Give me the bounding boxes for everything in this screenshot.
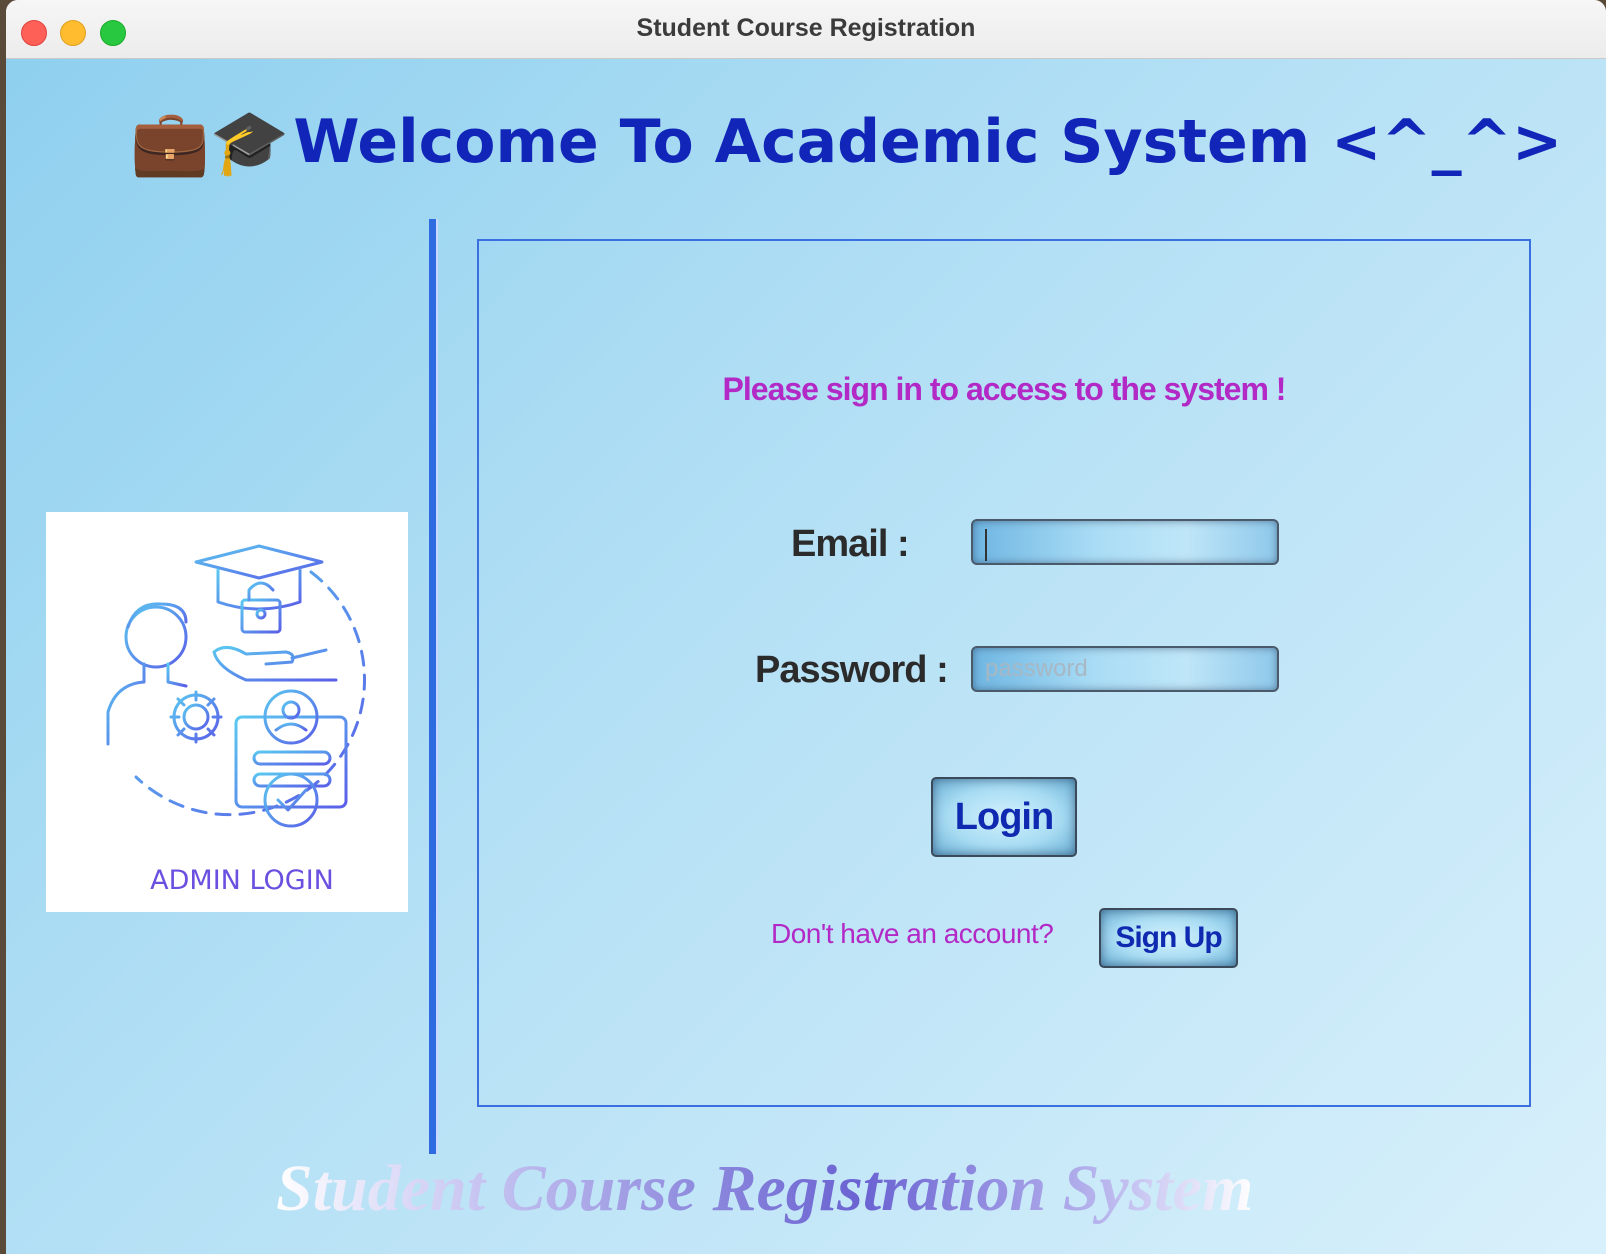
email-field[interactable] [971,519,1279,565]
password-label: Password : [755,649,949,691]
admin-login-illustration-icon [106,544,367,828]
login-button[interactable]: Login [931,777,1077,857]
briefcase-graduation-cap-icon: 💼🎓 [130,106,290,178]
password-field[interactable] [971,646,1279,692]
welcome-title: Welcome To Academic System <^_^> [293,107,1563,177]
email-label: Email : [791,523,910,565]
text-caret [985,529,987,561]
window-title: Student Course Registration [636,14,976,42]
app-window: Student Course Registration 💼🎓 Welcome T… [6,0,1606,1254]
main-content: 💼🎓 Welcome To Academic System <^_^> ADMI… [6,59,1606,1254]
no-account-text: Don't have an account? [771,918,1054,949]
admin-login-label: ADMIN LOGIN [150,865,334,896]
welcome-header: 💼🎓 Welcome To Academic System <^_^> [130,97,1562,187]
footer-title: Student Course Registration System [276,1152,1254,1225]
admin-login-card: ADMIN LOGIN [46,512,408,912]
vertical-divider [429,219,438,1154]
sign-in-prompt: Please sign in to access to the system ! [722,371,1287,407]
title-bar[interactable]: Student Course Registration [6,0,1606,59]
sign-up-button[interactable]: Sign Up [1099,908,1238,968]
login-panel: Please sign in to access to the system !… [477,239,1531,1107]
